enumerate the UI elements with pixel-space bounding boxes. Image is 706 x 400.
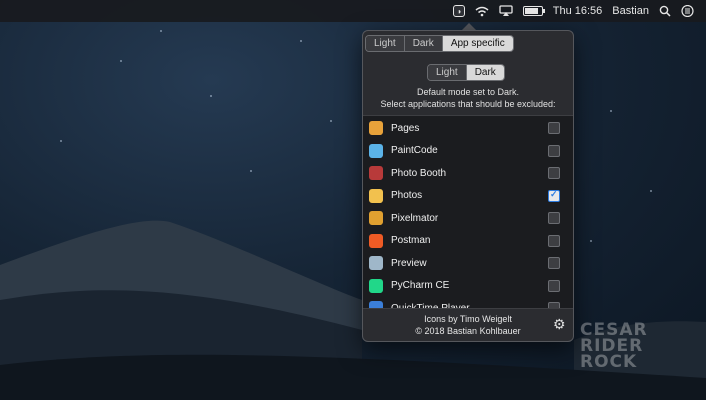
app-name: Postman <box>391 235 431 246</box>
app-name: Pages <box>391 122 420 134</box>
pages-icon <box>369 121 383 135</box>
popover-arrow <box>462 23 476 30</box>
app-name: PaintCode <box>391 145 438 156</box>
app-name: Photo Booth <box>391 167 447 179</box>
list-item[interactable]: Photos <box>363 185 573 207</box>
list-item[interactable]: Postman <box>363 230 573 252</box>
default-mode-control: Light Dark <box>427 64 505 81</box>
credits-line-2: © 2018 Bastian Kohlbauer <box>415 326 521 336</box>
list-item[interactable]: Preview <box>363 252 573 274</box>
battery-level <box>524 8 538 14</box>
description: Default mode set to Dark. Select applica… <box>363 86 573 110</box>
user-name[interactable]: Bastian <box>612 5 649 17</box>
credits-line-1: Icons by Timo Weigelt <box>424 314 512 324</box>
quicktime-icon <box>369 301 383 308</box>
postman-icon <box>369 233 383 248</box>
pixelmator-icon <box>369 211 383 225</box>
exclude-checkbox[interactable] <box>548 167 560 179</box>
list-item[interactable]: Photo Booth <box>363 162 573 184</box>
preview-icon <box>369 256 383 270</box>
menu-bar: ◑ Thu 16:56 Bastian <box>0 0 706 22</box>
list-item[interactable]: PaintCode <box>363 140 573 162</box>
exclude-checkbox[interactable] <box>548 279 560 292</box>
tab-dark[interactable]: Dark <box>404 36 443 51</box>
app-name: Pixelmator <box>391 212 439 224</box>
watermark-logo: CESAR RIDER ROCK <box>580 322 700 372</box>
exclude-checkbox[interactable] <box>548 122 560 134</box>
exclude-checkbox[interactable] <box>548 189 560 202</box>
default-dark-option[interactable]: Dark <box>466 65 504 80</box>
exclude-checkbox[interactable] <box>548 144 560 157</box>
description-line-1: Default mode set to Dark. <box>416 87 520 97</box>
tab-light[interactable]: Light <box>366 36 405 51</box>
list-item[interactable]: Pixelmator <box>363 207 573 229</box>
mode-segmented-control: Light Dark App specific <box>365 35 514 52</box>
watermark-line-3: ROCK <box>580 352 638 372</box>
photos-icon <box>369 188 383 203</box>
app-name: Photos <box>391 190 423 201</box>
list-item[interactable]: PyCharm CE <box>363 275 573 297</box>
exclude-checkbox[interactable] <box>548 302 560 308</box>
exclude-checkbox[interactable] <box>548 257 560 269</box>
list-icon[interactable] <box>681 3 694 19</box>
airplay-icon[interactable] <box>499 3 513 19</box>
app-toggle-glyph: ◑ <box>452 5 465 17</box>
tab-app-specific[interactable]: App specific <box>442 36 513 51</box>
app-name: Preview <box>391 257 427 269</box>
photo-booth-icon <box>369 166 383 180</box>
wifi-icon[interactable] <box>475 3 489 19</box>
credits: Icons by Timo Weigelt © 2018 Bastian Koh… <box>363 309 573 341</box>
app-list[interactable]: Pages PaintCode Photo Booth Photos Pixelmato… <box>363 115 573 309</box>
list-item[interactable]: QuickTime Player <box>363 297 573 308</box>
night-owl-popover: Light Dark App specific Light Dark Defau… <box>362 30 574 342</box>
pycharm-icon <box>369 278 383 293</box>
list-item[interactable]: Pages <box>363 117 573 139</box>
gear-icon[interactable]: ⚙ <box>553 316 566 333</box>
exclude-checkbox[interactable] <box>548 212 560 224</box>
app-name: PyCharm CE <box>391 280 450 291</box>
search-icon[interactable] <box>659 3 671 19</box>
clock[interactable]: Thu 16:56 <box>553 5 603 17</box>
app-toggle-icon[interactable]: ◑ <box>452 3 465 19</box>
paintcode-icon <box>369 143 383 158</box>
description-line-2: Select applications that should be exclu… <box>380 99 556 109</box>
exclude-checkbox[interactable] <box>548 234 560 247</box>
default-light-option[interactable]: Light <box>428 65 467 80</box>
battery-icon[interactable] <box>522 3 545 19</box>
